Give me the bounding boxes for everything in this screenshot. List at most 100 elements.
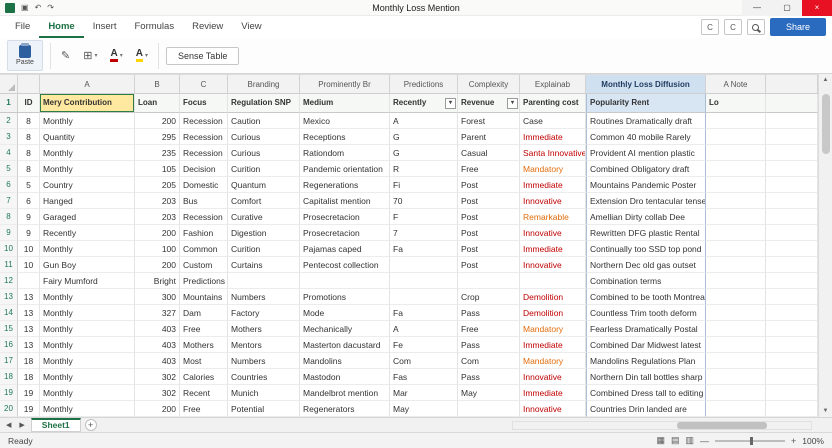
column-strip-h[interactable]: Complexity bbox=[458, 75, 520, 93]
cell-a[interactable]: 13 bbox=[18, 289, 40, 305]
cell-f[interactable]: Rationdom bbox=[300, 145, 390, 161]
cell-a[interactable] bbox=[18, 273, 40, 289]
cell-i[interactable]: Mandatory bbox=[520, 161, 586, 177]
cell-d[interactable]: Mountains bbox=[180, 289, 228, 305]
row-number[interactable]: 18 bbox=[0, 369, 18, 385]
cell-h[interactable]: Post bbox=[458, 193, 520, 209]
cell-a[interactable]: 13 bbox=[18, 305, 40, 321]
cell-h[interactable]: Com bbox=[458, 353, 520, 369]
cell-k[interactable] bbox=[706, 209, 766, 225]
cell-h[interactable]: Post bbox=[458, 257, 520, 273]
cell-c[interactable]: 302 bbox=[135, 385, 180, 401]
add-sheet-button[interactable]: + bbox=[84, 419, 97, 431]
cell-c[interactable]: 203 bbox=[135, 193, 180, 209]
vertical-scrollbar[interactable]: ▲ ▼ bbox=[818, 74, 832, 417]
cell-a[interactable]: 19 bbox=[18, 401, 40, 417]
column-strip-f[interactable]: Prominently Br bbox=[300, 75, 390, 93]
undo-icon[interactable]: ↶ bbox=[35, 3, 42, 13]
cell-d[interactable]: Recession bbox=[180, 209, 228, 225]
cell-a[interactable]: 13 bbox=[18, 337, 40, 353]
highlight-color-button[interactable]: A ▾ bbox=[133, 45, 151, 67]
cell-d[interactable]: Dam bbox=[180, 305, 228, 321]
cell-d[interactable]: Recession bbox=[180, 145, 228, 161]
cell-b[interactable]: Garaged bbox=[40, 209, 135, 225]
empty-cell[interactable] bbox=[766, 305, 818, 321]
cell-g[interactable]: May bbox=[390, 401, 458, 417]
row-number[interactable]: 10 bbox=[0, 241, 18, 257]
row-number[interactable]: 17 bbox=[0, 353, 18, 369]
empty-cell[interactable] bbox=[766, 257, 818, 273]
empty-cell[interactable] bbox=[766, 241, 818, 257]
filter-button[interactable]: ▾ bbox=[507, 98, 518, 109]
cell-i[interactable] bbox=[520, 273, 586, 289]
cell-a[interactable]: 8 bbox=[18, 113, 40, 129]
cell-a[interactable]: 8 bbox=[18, 161, 40, 177]
cell-g[interactable]: Fa bbox=[390, 305, 458, 321]
row-number[interactable]: 3 bbox=[0, 129, 18, 145]
cell-k[interactable] bbox=[706, 241, 766, 257]
cell-k[interactable] bbox=[706, 369, 766, 385]
cell-b[interactable]: Monthly bbox=[40, 401, 135, 417]
cell-c[interactable]: 105 bbox=[135, 161, 180, 177]
cell-e[interactable]: Quantum bbox=[228, 177, 300, 193]
cell-f[interactable]: Masterton dacustard bbox=[300, 337, 390, 353]
cell-g[interactable]: G bbox=[390, 145, 458, 161]
cell-i[interactable]: Demolition bbox=[520, 305, 586, 321]
empty-cell[interactable] bbox=[766, 177, 818, 193]
cell-k[interactable] bbox=[706, 161, 766, 177]
empty-cell[interactable] bbox=[766, 289, 818, 305]
cell-k[interactable] bbox=[706, 113, 766, 129]
cell-d[interactable]: Decision bbox=[180, 161, 228, 177]
cell-j[interactable]: Combined to be tooth Montreal bbox=[586, 289, 706, 305]
cell-j[interactable]: Combination terms bbox=[586, 273, 706, 289]
cell-j[interactable]: Combined Obligatory draft bbox=[586, 161, 706, 177]
cell-g[interactable]: A bbox=[390, 321, 458, 337]
cell-h[interactable]: Post bbox=[458, 241, 520, 257]
cell-e[interactable]: Factory bbox=[228, 305, 300, 321]
cell-k[interactable] bbox=[706, 273, 766, 289]
cell-b[interactable]: Monthly bbox=[40, 289, 135, 305]
cell-e[interactable]: Numbers bbox=[228, 289, 300, 305]
cell-d[interactable]: Calories bbox=[180, 369, 228, 385]
cell-i[interactable]: Immediate bbox=[520, 337, 586, 353]
cell-f[interactable]: Prosecretacion bbox=[300, 209, 390, 225]
cell-j[interactable]: Extension Dro tentacular tense bbox=[586, 193, 706, 209]
empty-cell[interactable] bbox=[766, 369, 818, 385]
cell-e[interactable]: Numbers bbox=[228, 353, 300, 369]
cell-c[interactable]: 295 bbox=[135, 129, 180, 145]
cell-f[interactable]: Regenerators bbox=[300, 401, 390, 417]
cell-e[interactable]: Digestion bbox=[228, 225, 300, 241]
cell-c[interactable]: 327 bbox=[135, 305, 180, 321]
view-normal-icon[interactable]: ▦ bbox=[656, 435, 665, 446]
sheet-tab[interactable]: Sheet1 bbox=[30, 418, 81, 432]
cell-c[interactable]: 205 bbox=[135, 177, 180, 193]
cell-b[interactable]: Monthly bbox=[40, 337, 135, 353]
column-strip-e[interactable]: Branding bbox=[228, 75, 300, 93]
cell-j[interactable]: Mandolins Regulations Plan bbox=[586, 353, 706, 369]
cell-c[interactable]: 100 bbox=[135, 241, 180, 257]
header-cell-h[interactable]: Revenue ▾ bbox=[458, 94, 520, 113]
cell-c[interactable]: 403 bbox=[135, 321, 180, 337]
cell-i[interactable]: Innovative bbox=[520, 257, 586, 273]
cell-d[interactable]: Most bbox=[180, 353, 228, 369]
cell-g[interactable]: Com bbox=[390, 353, 458, 369]
cell-b[interactable]: Gun Boy bbox=[40, 257, 135, 273]
cell-i[interactable]: Innovative bbox=[520, 193, 586, 209]
hscroll-thumb[interactable] bbox=[676, 421, 767, 429]
cell-g[interactable]: Mar bbox=[390, 385, 458, 401]
cell-b[interactable]: Monthly bbox=[40, 321, 135, 337]
cell-d[interactable]: Recession bbox=[180, 129, 228, 145]
cell-b[interactable]: Recently bbox=[40, 225, 135, 241]
cell-i[interactable]: Innovative bbox=[520, 225, 586, 241]
cell-b[interactable]: Country bbox=[40, 177, 135, 193]
cell-g[interactable]: Fas bbox=[390, 369, 458, 385]
comments-button[interactable]: C bbox=[723, 19, 742, 35]
cell-b[interactable]: Monthly bbox=[40, 305, 135, 321]
cell-i[interactable]: Innovative bbox=[520, 401, 586, 417]
cell-a[interactable]: 10 bbox=[18, 257, 40, 273]
cell-f[interactable]: Mandolins bbox=[300, 353, 390, 369]
cell-e[interactable]: Caution bbox=[228, 113, 300, 129]
empty-cell[interactable] bbox=[766, 129, 818, 145]
cell-f[interactable]: Mode bbox=[300, 305, 390, 321]
filter-button[interactable]: ▾ bbox=[445, 98, 456, 109]
